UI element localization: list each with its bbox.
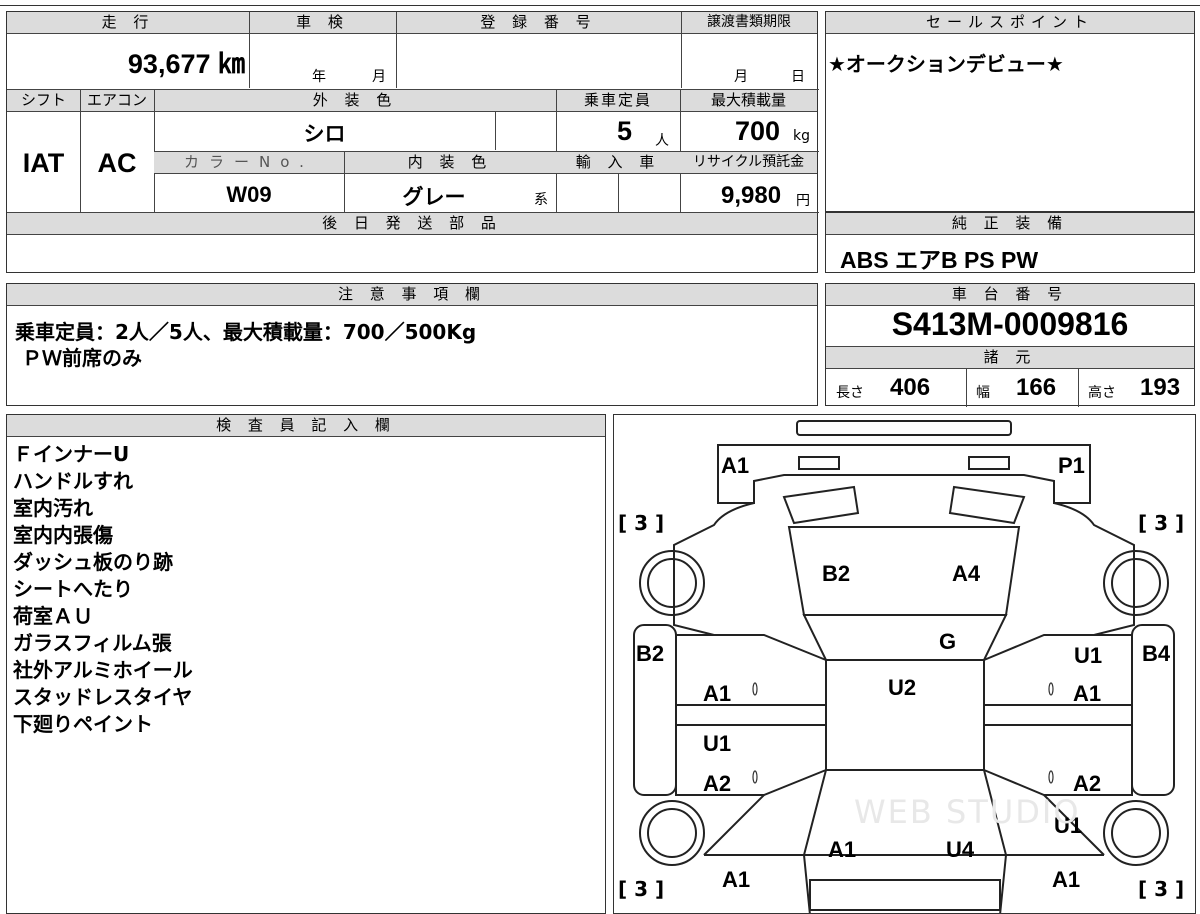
transfer-day: 日	[791, 69, 805, 85]
registration-header: 登 録 番 号	[396, 12, 681, 34]
notes-block: 注 意 事 項 欄 乗車定員：2人／5人、最大積載量：700／500Kg ＰＷ前…	[6, 283, 818, 406]
recycle-header: リサイクル預託金	[680, 152, 817, 174]
max-load-unit: kg	[793, 128, 810, 144]
shaken-year: 年	[312, 69, 326, 85]
width-label: 幅	[976, 385, 990, 401]
notes-line-1: 乗車定員：2人／5人、最大積載量：700／500Kg	[15, 320, 477, 344]
sales-point-block: セールスポイント ★オークションデビュー★	[825, 11, 1195, 212]
length-value: 406	[890, 374, 931, 401]
shift-header: シフト	[7, 90, 80, 112]
car-outline	[633, 420, 1175, 913]
inspector-note: シートへたり	[13, 577, 133, 601]
inspector-note: 室内汚れ	[13, 496, 93, 520]
inspector-note: ダッシュ板のり跡	[13, 550, 173, 574]
bracket-top-left: [ 3 ]	[618, 511, 665, 535]
inspector-note: 室内内張傷	[13, 523, 113, 547]
label-right-fender: B4	[1142, 641, 1171, 666]
notes-header: 注 意 事 項 欄	[7, 284, 817, 306]
bracket-bottom-left: [ 3 ]	[618, 877, 665, 901]
interior-color-value: グレー	[402, 185, 466, 209]
height-value: 193	[1140, 374, 1181, 401]
label-front-right: P1	[1058, 453, 1085, 478]
inspector-note: 下廻りペイント	[13, 712, 153, 736]
label-front-left: A1	[721, 453, 750, 478]
inspector-block: 検 査 員 記 入 欄 ＦインナーU ハンドルすれ 室内汚れ 室内内張傷 ダッシ…	[6, 414, 606, 914]
watermark: WEB STUDIO	[854, 793, 1081, 831]
notes-line-2: ＰＷ前席のみ	[15, 346, 142, 370]
bracket-top-right: [ 3 ]	[1138, 511, 1185, 535]
capacity-unit: 人	[655, 133, 669, 149]
standard-equipment-text: ABS エアB PS PW	[840, 247, 1039, 273]
mileage-value: 93,677 ㎞	[127, 49, 245, 79]
interior-color-header: 内 装 色	[344, 152, 556, 174]
exterior-color-header: 外 装 色	[154, 90, 556, 112]
standard-equipment-block: 純 正 装 備 ABS エアB PS PW	[825, 212, 1195, 273]
sales-point-text: ★オークションデビュー★	[828, 52, 1064, 76]
label-left-rear-door: A2	[703, 771, 732, 796]
inspector-note: スタッドレスタイヤ	[13, 685, 193, 709]
inspector-note: ＦインナーU	[13, 442, 130, 466]
inspector-note: ガラスフィルム張	[13, 631, 172, 655]
capacity-header: 乗車定員	[556, 90, 680, 112]
inspector-notes-list: ＦインナーU ハンドルすれ 室内汚れ 室内内張傷 ダッシュ板のり跡 シートへたり…	[13, 441, 193, 738]
max-load-number: 700	[735, 116, 781, 146]
import-header: 輸 入 車	[556, 152, 680, 174]
vehicle-info-block: 走 行 車 検 登 録 番 号 譲渡書類期限 93,677 ㎞ 年 月 月 日 …	[6, 11, 819, 273]
label-windshield: G	[939, 629, 957, 654]
top-strip	[0, 0, 1200, 6]
bracket-bottom-right: [ 3 ]	[1138, 877, 1185, 901]
width-value: 166	[1016, 374, 1057, 401]
max-load-header: 最大積載量	[680, 90, 817, 112]
inspector-note: 荷室ＡＵ	[13, 604, 93, 628]
height-label: 高さ	[1088, 385, 1116, 401]
shaken-month: 月	[372, 69, 386, 85]
aircon-header: エアコン	[80, 90, 154, 112]
label-roof: U2	[888, 675, 917, 700]
inspector-note: 社外アルミホイール	[13, 658, 193, 682]
label-left-rear-door-upper: U1	[703, 731, 732, 756]
shift-value: IAT	[22, 148, 65, 178]
aircon-value: AC	[97, 148, 137, 178]
inspector-header: 検 査 員 記 入 欄	[7, 415, 605, 437]
label-hood-right: A4	[952, 561, 981, 586]
label-rear-right: U4	[946, 837, 975, 862]
capacity-number: 5	[617, 116, 633, 146]
damage-diagram: A1 P1 B2 A4 G U2 B2 B4 A1 U1 A1 U1 A2 A2…	[613, 414, 1196, 914]
label-left-fender: B2	[636, 641, 665, 666]
chassis-block: 車 台 番 号 S413M-0009816 諸 元 長さ 406 幅 166 高…	[825, 283, 1195, 407]
inspector-note: ハンドルすれ	[13, 469, 133, 493]
label-hood-left: B2	[822, 561, 851, 586]
chassis-header: 車 台 番 号	[826, 284, 1194, 306]
label-left-front-door: A1	[703, 681, 732, 706]
label-right-front-door-upper: U1	[1074, 643, 1103, 668]
label-rear-left: A1	[828, 837, 857, 862]
color-no-header: カラーNo.	[154, 152, 344, 174]
interior-color-suffix: 系	[534, 192, 548, 208]
color-no-value: W09	[226, 182, 272, 207]
standard-equipment-header: 純 正 装 備	[826, 213, 1194, 235]
recycle-unit: 円	[796, 193, 810, 209]
exterior-color-value: シロ	[303, 122, 346, 146]
chassis-number: S413M-0009816	[891, 306, 1129, 342]
sales-point-header: セールスポイント	[826, 12, 1194, 34]
length-label: 長さ	[836, 385, 864, 401]
transfer-deadline-header: 譲渡書類期限	[681, 12, 817, 34]
label-left-bottom: A1	[722, 867, 751, 892]
shaken-header: 車 検	[249, 12, 396, 34]
later-parts-header: 後 日 発 送 部 品	[7, 213, 817, 235]
specs-header: 諸 元	[826, 347, 1194, 369]
recycle-number: 9,980	[721, 182, 782, 209]
label-right-front-door: A1	[1073, 681, 1102, 706]
mileage-header: 走 行	[7, 12, 249, 34]
label-right-bottom: A1	[1052, 867, 1081, 892]
transfer-month: 月	[734, 69, 748, 85]
